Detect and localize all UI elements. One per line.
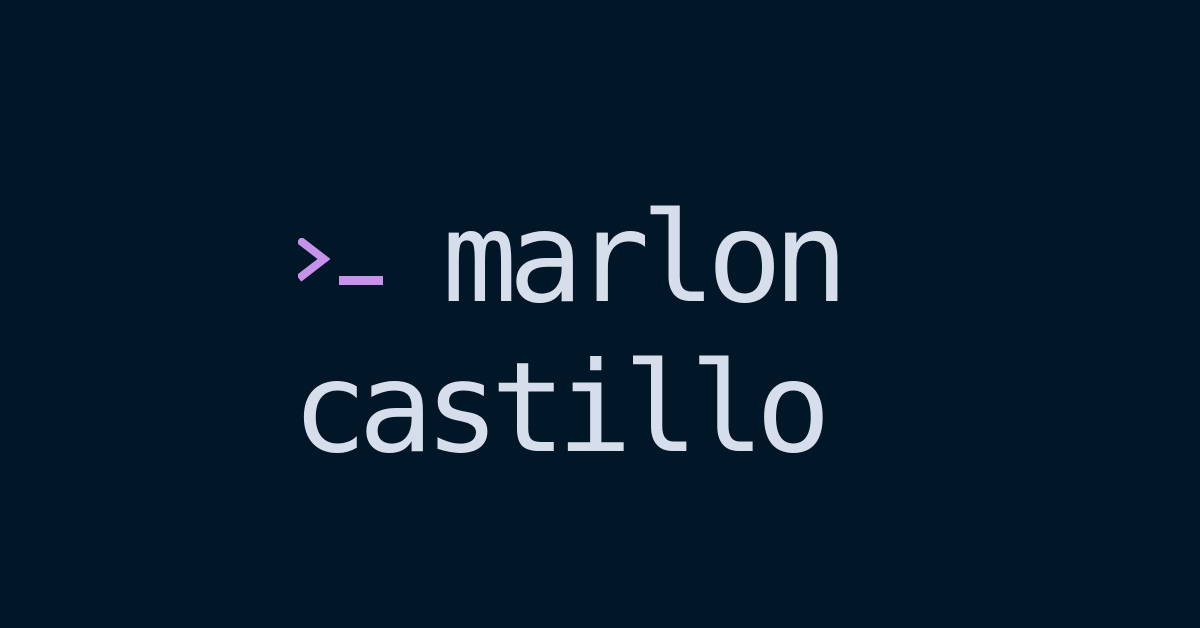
social-card: marlon castillo xyxy=(0,0,1200,628)
last-name: castillo xyxy=(292,336,831,481)
terminal-prompt-icon xyxy=(298,238,383,285)
first-name: marlon xyxy=(442,186,849,331)
